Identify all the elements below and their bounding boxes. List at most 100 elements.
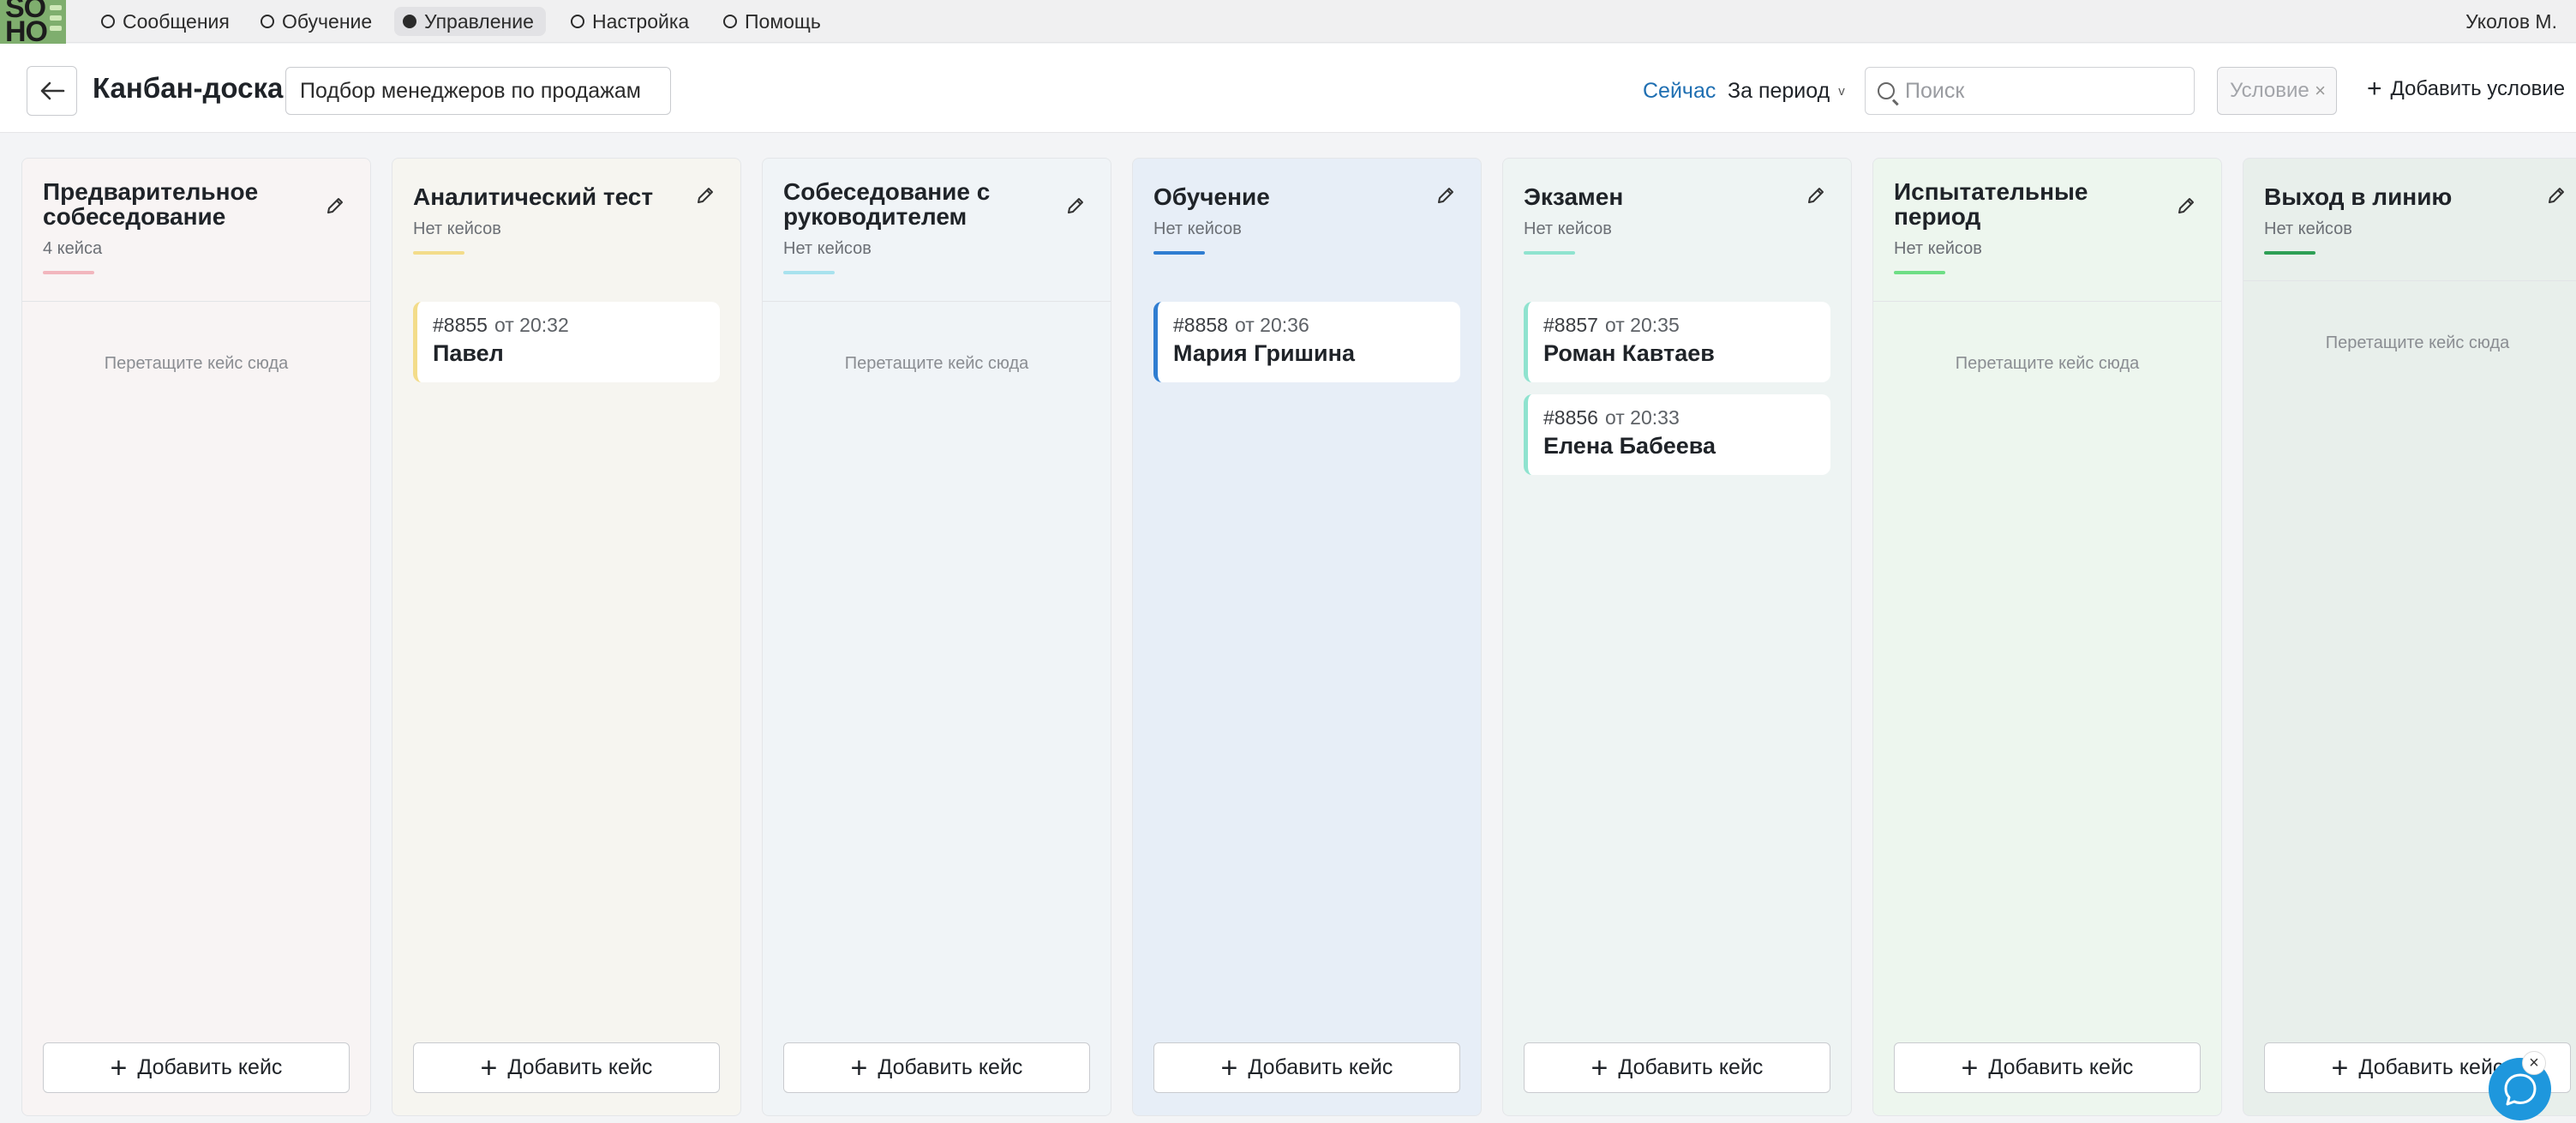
plus-icon: + <box>2367 75 2382 103</box>
edit-pencil-icon[interactable] <box>2177 196 2196 215</box>
edit-pencil-icon[interactable] <box>326 196 344 215</box>
radio-dot-icon <box>261 15 274 28</box>
user-name[interactable]: Уколов М. <box>2465 10 2557 33</box>
add-case-button[interactable]: + Добавить кейс <box>783 1042 1090 1093</box>
case-card[interactable]: #8857 от 20:35 Роман Кавтаев <box>1524 302 1830 382</box>
search-input[interactable] <box>1905 78 2179 104</box>
clear-icon[interactable]: × <box>2315 80 2326 102</box>
column-title: Испытательные период <box>1894 178 2088 230</box>
arrow-left-icon <box>40 81 64 100</box>
condition-placeholder: Условие <box>2230 79 2309 102</box>
add-case-button[interactable]: + Добавить кейс <box>43 1042 350 1093</box>
column-header: Обучение Нет кейсов <box>1153 184 1429 255</box>
period-dropdown[interactable]: За период v <box>1728 79 1845 104</box>
column-accent-line <box>1524 251 1575 255</box>
add-condition-button[interactable]: + Добавить условие <box>2367 75 2566 103</box>
case-card[interactable]: #8855 от 20:32 Павел <box>413 302 720 382</box>
add-case-button[interactable]: + Добавить кейс <box>1153 1042 1460 1093</box>
kanban-column: Обучение Нет кейсов #8858 от 20:36 Мария Гри… <box>1132 158 1482 1116</box>
nav-item-help[interactable]: Помощь <box>715 7 833 36</box>
add-case-label: Добавить кейс <box>1988 1055 2134 1079</box>
column-divider <box>22 301 370 302</box>
plus-icon: + <box>850 1051 868 1084</box>
nav-item-settings[interactable]: Настройка <box>562 7 701 36</box>
search-box[interactable] <box>1865 67 2195 115</box>
column-header: Выход в линию Нет кейсов <box>2264 184 2540 255</box>
condition-input[interactable]: Условие × <box>2217 67 2337 115</box>
add-case-label: Добавить кейс <box>507 1055 653 1079</box>
case-number: #8856 <box>1543 406 1598 429</box>
column-case-count: Нет кейсов <box>1524 219 1612 238</box>
board-header: Канбан-доска Подбор менеджеров по продаж… <box>0 44 2576 133</box>
radio-dot-icon <box>571 15 584 28</box>
drop-zone-hint: Перетащите кейс сюда <box>104 354 289 373</box>
edit-pencil-icon[interactable] <box>2547 186 2566 205</box>
add-case-label: Добавить кейс <box>1248 1055 1393 1079</box>
column-accent-line <box>413 251 464 255</box>
nav-item-messages[interactable]: Сообщения <box>93 7 242 36</box>
chevron-down-icon: v <box>1838 84 1845 99</box>
case-time: от 20:32 <box>494 314 569 336</box>
plus-icon: + <box>1220 1051 1238 1084</box>
column-divider <box>2244 280 2576 281</box>
case-card[interactable]: #8858 от 20:36 Мария Гришина <box>1153 302 1460 382</box>
edit-pencil-icon[interactable] <box>1066 196 1085 215</box>
add-case-button[interactable]: + Добавить кейс <box>1894 1042 2201 1093</box>
back-button[interactable] <box>27 66 77 116</box>
radio-dot-icon <box>101 15 115 28</box>
add-condition-label: Добавить условие <box>2390 77 2566 100</box>
drop-zone-hint: Перетащите кейс сюда <box>844 354 1029 373</box>
drop-zone-hint: Перетащите кейс сюда <box>1955 354 2140 373</box>
plus-icon: + <box>480 1051 498 1084</box>
column-case-count: Нет кейсов <box>2264 219 2352 238</box>
kanban-column: Собеседование с руководителем Нет кейсов П… <box>762 158 1111 1116</box>
close-icon[interactable]: × <box>2522 1051 2546 1075</box>
column-case-count: Нет кейсов <box>783 239 872 258</box>
case-meta: #8855 от 20:32 <box>433 314 720 337</box>
column-header: Экзамен Нет кейсов <box>1524 184 1800 255</box>
column-case-count: Нет кейсов <box>413 219 501 238</box>
column-accent-line <box>43 271 94 274</box>
column-title: Выход в линию <box>2264 183 2453 210</box>
column-header: Собеседование с руководителем Нет кейсов <box>783 179 1059 274</box>
column-accent-line <box>1153 251 1205 255</box>
plus-icon: + <box>1591 1051 1609 1084</box>
add-case-label: Добавить кейс <box>137 1055 283 1079</box>
edit-pencil-icon[interactable] <box>1436 186 1455 205</box>
edit-pencil-icon[interactable] <box>1806 186 1825 205</box>
add-case-label: Добавить кейс <box>878 1055 1023 1079</box>
case-name: Роман Кавтаев <box>1543 340 1715 366</box>
plus-icon: + <box>2331 1051 2349 1084</box>
case-number: #8858 <box>1173 314 1228 336</box>
nav-item-label: Сообщения <box>123 9 230 33</box>
column-header: Предварительное собеседование 4 кейса <box>43 179 319 274</box>
add-case-label: Добавить кейс <box>2358 1055 2504 1079</box>
column-title: Собеседование с руководителем <box>783 178 991 230</box>
plus-icon: + <box>110 1051 128 1084</box>
case-name: Павел <box>433 340 504 366</box>
add-case-label: Добавить кейс <box>1618 1055 1764 1079</box>
case-number: #8855 <box>433 314 488 336</box>
edit-pencil-icon[interactable] <box>696 186 715 205</box>
case-card[interactable]: #8856 от 20:33 Елена Бабеева <box>1524 394 1830 475</box>
add-case-button[interactable]: + Добавить кейс <box>413 1042 720 1093</box>
kanban-column: Аналитический тест Нет кейсов #8855 от 20:3… <box>392 158 741 1116</box>
nav-item-label: Настройка <box>592 9 690 33</box>
case-meta: #8856 от 20:33 <box>1543 406 1830 429</box>
radio-dot-icon <box>723 15 737 28</box>
column-title: Аналитический тест <box>413 183 654 210</box>
nav-item-training[interactable]: Обучение <box>252 7 384 36</box>
column-accent-line <box>1894 271 1945 274</box>
now-link[interactable]: Сейчас <box>1643 79 1716 104</box>
nav-item-label: Управление <box>424 9 534 33</box>
radio-dot-filled-icon <box>403 15 416 28</box>
column-header: Испытательные период Нет кейсов <box>1894 179 2170 274</box>
add-case-button[interactable]: + Добавить кейс <box>1524 1042 1830 1093</box>
column-case-count: Нет кейсов <box>1894 239 1982 258</box>
nav-item-management[interactable]: Управление <box>394 7 546 36</box>
board-selector[interactable]: Подбор менеджеров по продажам <box>285 67 671 115</box>
case-number: #8857 <box>1543 314 1598 336</box>
case-meta: #8858 от 20:36 <box>1173 314 1460 337</box>
drop-zone-hint: Перетащите кейс сюда <box>2325 333 2510 352</box>
column-title: Предварительное собеседование <box>43 178 259 230</box>
